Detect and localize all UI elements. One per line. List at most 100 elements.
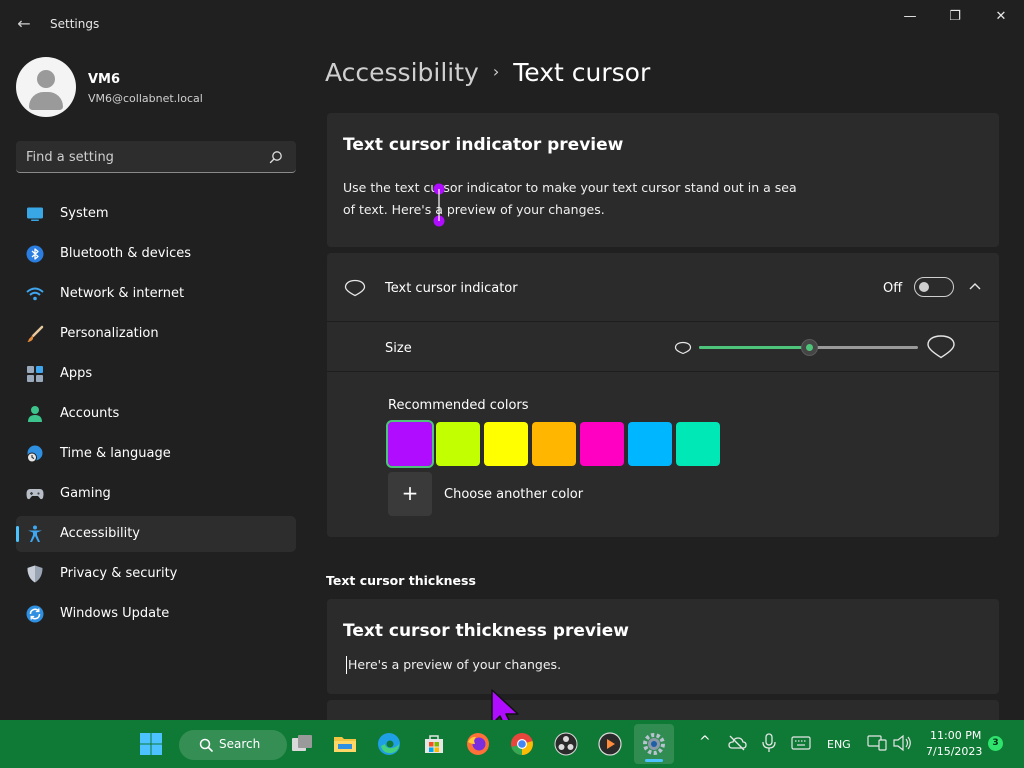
- shield-icon: [27, 565, 43, 583]
- sidebar-item-apps[interactable]: Apps: [16, 356, 296, 392]
- notification-badge[interactable]: 3: [988, 736, 1003, 751]
- taskbar-date[interactable]: 7/15/2023: [926, 745, 982, 758]
- text-cursor-indicator-icon: [433, 183, 445, 227]
- preview-text-line-2: of text. Here's a preview of your change…: [343, 202, 605, 217]
- show-hidden-icons-button[interactable]: ^: [699, 734, 711, 750]
- cursor-indicator-state: Off: [883, 281, 903, 296]
- gamepad-icon: [26, 489, 44, 500]
- text-cursor: [346, 656, 347, 674]
- size-slider-fill: [699, 346, 809, 349]
- sidebar-item-label: Network & internet: [60, 286, 185, 301]
- search-icon[interactable]: [268, 149, 284, 165]
- breadcrumb: Accessibility › Text cursor: [325, 58, 650, 87]
- size-label: Size: [385, 341, 412, 356]
- thickness-preview-title: Text cursor thickness preview: [343, 621, 629, 641]
- apps-icon: [27, 366, 43, 382]
- taskbar-search[interactable]: Search: [179, 730, 287, 760]
- title-bar: ← Settings — ❐ ✕: [0, 0, 1024, 48]
- sidebar-item-personalization[interactable]: Personalization: [16, 316, 296, 352]
- microsoft-store-icon[interactable]: [422, 732, 446, 756]
- search-box[interactable]: [16, 141, 296, 173]
- color-swatch-orange[interactable]: [532, 422, 576, 466]
- network-icon[interactable]: [867, 734, 887, 752]
- preview-title: Text cursor indicator preview: [343, 135, 624, 155]
- search-icon: [199, 738, 213, 752]
- sidebar-item-system[interactable]: System: [16, 196, 296, 232]
- sidebar-item-label: Accounts: [60, 406, 120, 421]
- windows-start-icon[interactable]: [139, 732, 163, 756]
- file-explorer-icon[interactable]: [333, 732, 357, 756]
- sidebar-item-accounts[interactable]: Accounts: [16, 396, 296, 432]
- task-view-icon[interactable]: [290, 732, 314, 756]
- brush-icon: [27, 325, 44, 342]
- close-button[interactable]: ✕: [978, 6, 1024, 28]
- color-swatch-blue[interactable]: [628, 422, 672, 466]
- minimize-button[interactable]: —: [887, 6, 933, 28]
- breadcrumb-parent[interactable]: Accessibility: [325, 58, 479, 87]
- cursor-indicator-preview-card: Text cursor indicator preview Use the te…: [327, 113, 999, 247]
- sidebar-nav: System Bluetooth & devices Network & int…: [16, 196, 296, 636]
- divider: [327, 371, 999, 372]
- obs-studio-icon[interactable]: [554, 732, 578, 756]
- color-swatch-pink[interactable]: [580, 422, 624, 466]
- settings-gear-icon[interactable]: [642, 732, 666, 756]
- edge-browser-icon[interactable]: [377, 732, 401, 756]
- page-title: Text cursor: [513, 58, 651, 87]
- bluetooth-icon: [26, 245, 44, 263]
- choose-color-button[interactable]: +: [388, 472, 432, 516]
- back-button[interactable]: ←: [12, 12, 36, 36]
- avatar-body: [29, 92, 63, 110]
- color-swatch-yellow[interactable]: [484, 422, 528, 466]
- monitor-icon: [27, 207, 43, 221]
- size-slider-thumb[interactable]: [800, 339, 818, 356]
- firefox-icon[interactable]: [466, 732, 490, 756]
- sidebar-item-privacy[interactable]: Privacy & security: [16, 556, 296, 592]
- sidebar-item-label: Windows Update: [60, 606, 170, 621]
- color-swatch-lime[interactable]: [436, 422, 480, 466]
- toggle-knob: [919, 282, 929, 292]
- microphone-icon[interactable]: [760, 733, 778, 753]
- user-email: VM6@collabnet.local: [88, 92, 203, 105]
- update-icon: [26, 605, 44, 623]
- sidebar-item-label: Time & language: [60, 446, 171, 461]
- sidebar-item-label: Privacy & security: [60, 566, 178, 581]
- sidebar-item-time-language[interactable]: Time & language: [16, 436, 296, 472]
- sidebar-item-windows-update[interactable]: Windows Update: [16, 596, 296, 632]
- sidebar-item-accessibility[interactable]: Accessibility: [16, 516, 296, 552]
- color-swatch-purple[interactable]: [386, 420, 434, 468]
- sidebar-item-label: Gaming: [60, 486, 111, 501]
- sidebar-item-network[interactable]: Network & internet: [16, 276, 296, 312]
- sidebar-item-label: System: [60, 206, 109, 221]
- input-language[interactable]: ENG: [827, 738, 851, 751]
- sidebar-item-bluetooth[interactable]: Bluetooth & devices: [16, 236, 296, 272]
- onedrive-icon[interactable]: [727, 733, 747, 753]
- person-icon: [28, 406, 42, 422]
- cursor-indicator-icon: [344, 279, 366, 297]
- size-large-icon: [927, 335, 955, 359]
- chrome-icon[interactable]: [510, 732, 534, 756]
- wifi-icon: [26, 287, 44, 301]
- chevron-up-icon[interactable]: [967, 279, 983, 297]
- divider: [327, 321, 999, 322]
- cursor-indicator-label: Text cursor indicator: [385, 281, 518, 296]
- avatar[interactable]: [16, 57, 76, 117]
- size-small-icon: [674, 341, 692, 355]
- user-name: VM6: [88, 72, 121, 87]
- search-input[interactable]: [26, 148, 256, 166]
- choose-color-label[interactable]: Choose another color: [444, 487, 583, 502]
- sidebar-item-gaming[interactable]: Gaming: [16, 476, 296, 512]
- keyboard-icon[interactable]: [791, 735, 811, 751]
- cursor-indicator-toggle[interactable]: [914, 277, 954, 297]
- size-slider[interactable]: [699, 339, 918, 356]
- maximize-button[interactable]: ❐: [932, 6, 978, 28]
- color-swatch-teal[interactable]: [676, 422, 720, 466]
- sidebar-item-label: Accessibility: [60, 526, 140, 541]
- taskbar-time[interactable]: 11:00 PM: [930, 729, 981, 742]
- taskbar-search-label: Search: [219, 737, 261, 751]
- volume-icon[interactable]: [892, 734, 912, 752]
- thickness-preview-text: Here's a preview of your changes.: [348, 657, 562, 672]
- preview-text-line-1: Use the text cursor indicator to make yo…: [343, 180, 797, 195]
- media-player-icon[interactable]: [598, 732, 622, 756]
- thickness-preview-card: Text cursor thickness preview Here's a p…: [327, 599, 999, 694]
- sidebar-item-label: Personalization: [60, 326, 159, 341]
